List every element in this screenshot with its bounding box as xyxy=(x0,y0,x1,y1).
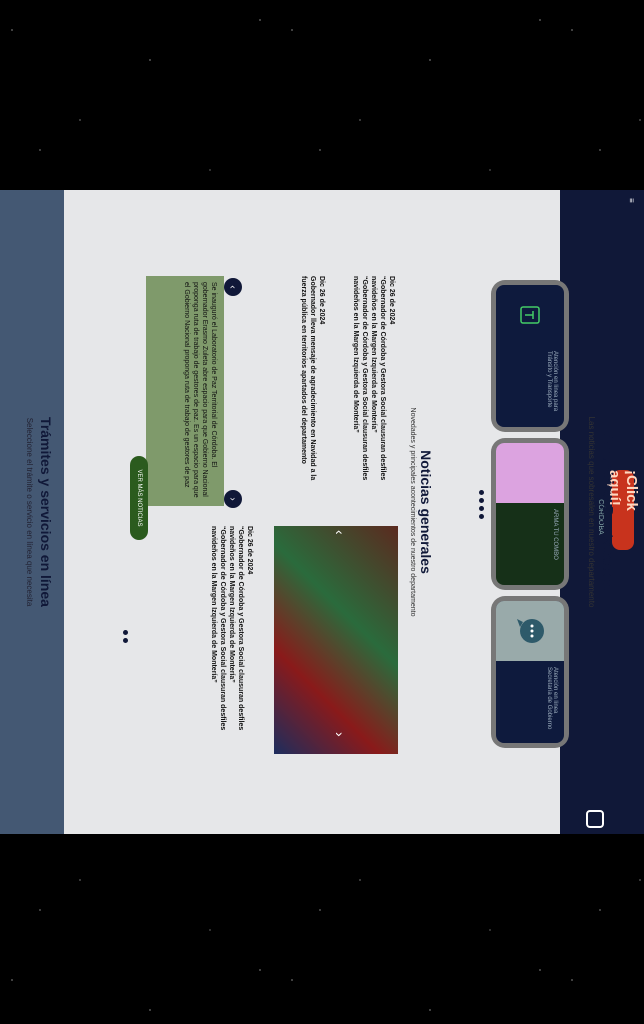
news-date: Dic 26 de 2024 xyxy=(388,276,395,325)
featured-title: Anuncios Destacados xyxy=(599,433,616,591)
news-body: “Gobernador de Córdoba y Gestora Social … xyxy=(210,526,226,731)
web-page: ≡ ¡Click aquí! CÓRDOBA Anuncios Destacad… xyxy=(0,190,644,834)
prev-news-button[interactable]: ‹ xyxy=(224,278,242,296)
prev-arrow-icon[interactable]: ‹ xyxy=(330,530,348,548)
menu-icon[interactable]: ≡ xyxy=(627,198,636,203)
services-section: Trámites y servicios en línea Seleccione… xyxy=(0,190,64,834)
news-date: Dic 26 de 2024 xyxy=(246,526,253,575)
carousel-dots[interactable] xyxy=(479,490,484,519)
news-highlight[interactable]: Se inauguró el Laboratorio de Paz Territ… xyxy=(146,276,224,506)
rotated-screen: ≡ ¡Click aquí! CÓRDOBA Anuncios Destacad… xyxy=(0,190,644,834)
featured-card[interactable]: ARMA TU COMBO xyxy=(491,438,569,590)
news-item[interactable]: Dic 26 de 2024 “Gobernador de Córdoba y … xyxy=(351,276,396,502)
next-news-button[interactable]: › xyxy=(224,490,242,508)
card-text: ARMA TU COMBO xyxy=(552,509,558,560)
card-text: Atención en línea Secretaría de Gobierno xyxy=(546,667,558,730)
news-date: Dic 26 de 2024 xyxy=(318,276,325,325)
news-photo[interactable]: ‹ › xyxy=(274,526,398,754)
news-item-secondary[interactable]: Dic 26 de 2024 “Gobernador de Córdoba y … xyxy=(209,526,254,754)
news-dots[interactable] xyxy=(123,630,128,643)
featured-carousel: Atención en línea para Tránsito y Transp… xyxy=(489,280,569,750)
news-title: Noticias generales xyxy=(418,450,434,574)
more-news-button[interactable]: VER MÁS NOTICIAS xyxy=(130,456,148,540)
next-arrow-icon[interactable]: › xyxy=(330,732,348,750)
services-title: Trámites y servicios en línea xyxy=(38,417,54,607)
news-headline: “Gobernador de Córdoba y Gestora Social … xyxy=(228,526,244,731)
news-headline: “Gobernador de Córdoba y Gestora Social … xyxy=(370,276,386,481)
featured-subtitle: Las noticias que sobresalen en nuestro d… xyxy=(587,416,596,608)
featured-card[interactable]: Atención en línea Secretaría de Gobierno xyxy=(491,596,569,748)
card-text: Atención en línea para Tránsito y Transp… xyxy=(546,351,558,412)
services-subtitle: Seleccione el trámite o servicio en líne… xyxy=(25,417,34,607)
chat-bubble-icon xyxy=(496,601,564,661)
featured-card[interactable]: Atención en línea para Tránsito y Transp… xyxy=(491,280,569,432)
news-subtitle: Novedades y principales acontecimientos … xyxy=(409,407,416,617)
promo-image xyxy=(496,443,564,503)
car-icon xyxy=(496,285,564,345)
news-body: Gobernador lleva mensaje de agradecimien… xyxy=(300,276,316,481)
news-item[interactable]: Dic 26 de 2024 Gobernador lleva mensaje … xyxy=(299,276,326,502)
news-body: “Gobernador de Córdoba y Gestora Social … xyxy=(352,276,368,481)
